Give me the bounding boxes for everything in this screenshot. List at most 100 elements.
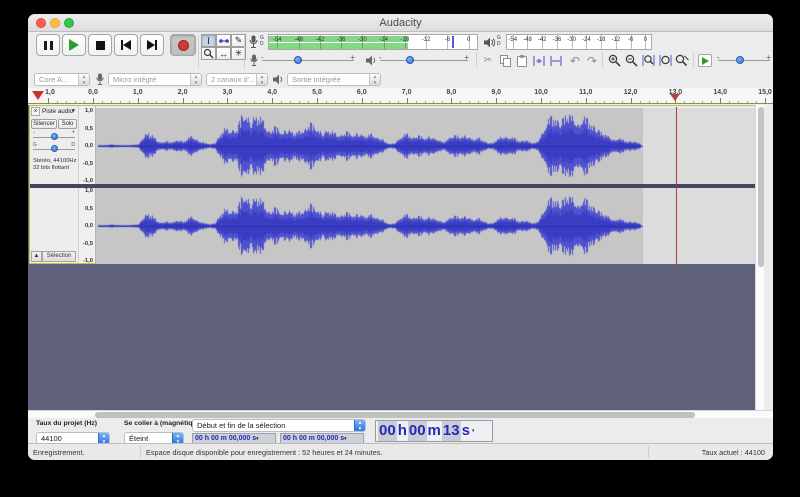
selection-mode-select[interactable]: Début et fin de la sélection▲▼ bbox=[192, 419, 366, 432]
slider-max-label: + bbox=[766, 53, 771, 62]
amplitude-scale-label: 0,5 bbox=[85, 206, 93, 212]
timeline-minor-tick bbox=[532, 101, 533, 104]
audio-position-display[interactable]: 00 h 00 m 13 s ▾ bbox=[375, 420, 493, 442]
timeline-minor-tick bbox=[398, 101, 399, 104]
playback-volume-slider[interactable]: - + bbox=[380, 55, 468, 65]
vertical-scrollbar[interactable] bbox=[755, 105, 764, 427]
horizontal-scrollbar[interactable] bbox=[28, 410, 773, 418]
project-rate-label: Taux du projet (Hz) bbox=[36, 420, 97, 427]
selection-tool-button[interactable]: I bbox=[201, 34, 216, 47]
recording-volume-thumb[interactable] bbox=[294, 56, 302, 64]
stop-button[interactable] bbox=[88, 34, 112, 56]
zoom-toggle-icon bbox=[675, 54, 689, 67]
playhead-marker-icon[interactable] bbox=[670, 94, 680, 101]
audio-host-select[interactable]: Core A...▲▼ bbox=[34, 73, 90, 86]
seconds-unit: s bbox=[461, 421, 471, 441]
timeline-label: 1,0 bbox=[45, 89, 55, 96]
waveform-channel-left[interactable] bbox=[96, 108, 763, 184]
redo-button[interactable]: ↷ bbox=[584, 53, 600, 68]
input-device-select[interactable]: Micro intégré▲▼ bbox=[108, 73, 202, 86]
timeline-tick bbox=[451, 98, 452, 103]
amplitude-scale-label: 0,0 bbox=[85, 223, 93, 229]
play-button[interactable] bbox=[62, 34, 86, 56]
timeline-tick bbox=[407, 98, 408, 103]
track-collapse-control[interactable]: ▲ Sélection bbox=[31, 251, 76, 262]
fit-project-button[interactable] bbox=[657, 53, 673, 68]
track-title[interactable]: Piste audio bbox=[42, 108, 73, 115]
zoom-toggle-button[interactable] bbox=[674, 53, 690, 68]
collapse-label[interactable]: Sélection bbox=[42, 251, 76, 262]
amplitude-scale-label: -0,5 bbox=[83, 241, 93, 247]
playback-volume-thumb[interactable] bbox=[406, 56, 414, 64]
track-pan-thumb[interactable] bbox=[51, 145, 58, 152]
pinned-playhead-icon[interactable] bbox=[32, 91, 44, 100]
timeline-tick bbox=[227, 98, 228, 103]
timeshift-icon: ↔ bbox=[219, 49, 228, 59]
play-at-speed-button[interactable] bbox=[698, 54, 712, 67]
paste-button[interactable] bbox=[514, 53, 530, 68]
mute-button[interactable]: Silencer bbox=[31, 119, 57, 129]
skip-to-end-button[interactable] bbox=[140, 34, 164, 56]
envelope-tool-button[interactable] bbox=[216, 34, 231, 47]
track-area-background[interactable]: × Piste audio ▼ Silencer Solo - + G D bbox=[28, 105, 764, 424]
pause-icon bbox=[37, 35, 59, 55]
undo-button[interactable]: ↶ bbox=[567, 53, 583, 68]
audio-track[interactable]: × Piste audio ▼ Silencer Solo - + G D bbox=[29, 105, 763, 264]
silence-audio-button[interactable] bbox=[548, 53, 564, 68]
playback-meter-bars: -54-48-42-36-30-24-18-12-60 bbox=[506, 34, 652, 50]
stepper-icon: ▲▼ bbox=[354, 420, 365, 431]
timeline-minor-tick bbox=[568, 101, 569, 104]
toolbar-separator bbox=[198, 35, 199, 69]
timeline-minor-tick bbox=[442, 101, 443, 104]
play-speed-thumb[interactable] bbox=[736, 56, 744, 64]
solo-button[interactable]: Solo bbox=[58, 119, 77, 129]
play-speed-slider[interactable]: - + bbox=[718, 55, 770, 65]
pause-button[interactable] bbox=[36, 34, 60, 56]
fit-project-icon bbox=[659, 54, 672, 67]
zoom-in-button[interactable] bbox=[606, 53, 622, 68]
track-gain-thumb[interactable] bbox=[51, 133, 58, 140]
skip-to-start-button[interactable] bbox=[114, 34, 138, 56]
track-gain-slider[interactable]: - + bbox=[33, 132, 75, 142]
timeline-tick bbox=[496, 98, 497, 103]
zoom-out-button[interactable] bbox=[623, 53, 639, 68]
playback-meter[interactable]: -54-48-42-36-30-24-18-12-60 bbox=[506, 34, 652, 50]
timeline-label: 1,0 bbox=[133, 89, 143, 96]
trim-audio-button[interactable] bbox=[531, 53, 547, 68]
track-close-button[interactable]: × bbox=[31, 107, 40, 116]
fit-selection-icon bbox=[642, 54, 655, 67]
fit-selection-button[interactable] bbox=[640, 53, 656, 68]
cut-button[interactable]: ✂ bbox=[480, 53, 496, 68]
timeline-minor-tick bbox=[577, 101, 578, 104]
timeshift-tool-button[interactable]: ↔ bbox=[216, 47, 231, 60]
toolbar-separator bbox=[693, 52, 694, 68]
timeline-ruler[interactable]: 1,00,01,02,03,04,05,06,07,08,09,010,011,… bbox=[28, 88, 773, 104]
timeline-minor-tick bbox=[478, 101, 479, 104]
input-channels-select[interactable]: 2 canaux d'...▲▼ bbox=[206, 73, 268, 86]
output-device-select[interactable]: Sortie intégrée▲▼ bbox=[287, 73, 381, 86]
timeline-minor-tick bbox=[505, 101, 506, 104]
timeline-tick bbox=[272, 98, 273, 103]
copy-button[interactable] bbox=[497, 53, 513, 68]
recording-meter-bars: -54-48-42-36-30-24-18-12-60 bbox=[268, 34, 478, 50]
field-dropdown-icon[interactable]: ▾ bbox=[344, 436, 347, 442]
recording-meter[interactable]: -54-48-42-36-30-24-18-12-60 bbox=[268, 34, 478, 50]
amplitude-scale-label: 0,0 bbox=[85, 143, 93, 149]
field-dropdown-icon[interactable]: ▾ bbox=[256, 436, 259, 442]
titlebar[interactable]: Audacity bbox=[28, 14, 773, 32]
recording-volume-slider[interactable]: - + bbox=[262, 55, 354, 65]
vertical-scrollbar-thumb[interactable] bbox=[758, 107, 764, 267]
timeline-tick bbox=[586, 98, 587, 103]
status-bar: Enregistrement. Espace disque disponible… bbox=[28, 443, 773, 460]
record-button[interactable] bbox=[170, 34, 196, 56]
track-menu-dropdown-icon[interactable]: ▼ bbox=[71, 108, 76, 114]
window-title: Audacity bbox=[28, 17, 773, 29]
field-dropdown-icon[interactable]: ▾ bbox=[472, 428, 475, 434]
scissors-icon: ✂ bbox=[484, 55, 492, 66]
zoom-tool-button[interactable] bbox=[201, 47, 216, 60]
waveform-channel-right[interactable] bbox=[96, 188, 763, 264]
timeline-minor-tick bbox=[192, 101, 193, 104]
timeline-minor-tick bbox=[218, 101, 219, 104]
collapse-arrow-icon[interactable]: ▲ bbox=[31, 251, 42, 262]
track-pan-slider[interactable]: G D bbox=[33, 144, 75, 154]
